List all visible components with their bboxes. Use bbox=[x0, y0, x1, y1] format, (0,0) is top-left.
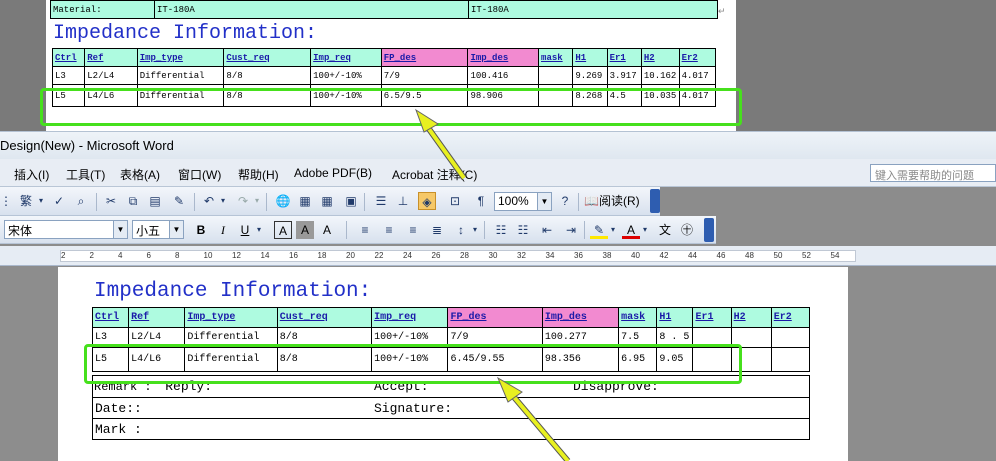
arrow-top-shaft bbox=[422, 120, 466, 180]
arrow-top-head bbox=[415, 108, 439, 133]
arrow-bottom-shaft bbox=[506, 388, 570, 461]
annotation-arrows bbox=[415, 108, 571, 461]
